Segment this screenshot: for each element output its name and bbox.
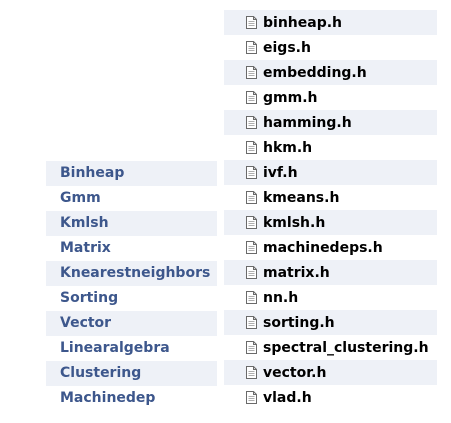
file-name: machinedeps.h — [263, 239, 383, 256]
file-document-icon — [246, 191, 257, 204]
file-name: gmm.h — [263, 89, 318, 106]
file-name: kmlsh.h — [263, 214, 326, 231]
file-document-icon — [246, 16, 257, 29]
file-name: hkm.h — [263, 139, 313, 156]
file-document-icon — [246, 41, 257, 54]
file-document-icon — [246, 166, 257, 179]
file-document-icon — [246, 91, 257, 104]
file-item[interactable]: binheap.h — [224, 10, 437, 35]
file-name: nn.h — [263, 289, 299, 306]
file-document-icon — [246, 66, 257, 79]
file-item[interactable]: embedding.h — [224, 60, 437, 85]
file-document-icon — [246, 116, 257, 129]
file-document-icon — [246, 316, 257, 329]
file-name: vector.h — [263, 364, 327, 381]
module-item-sorting[interactable]: Sorting — [46, 286, 217, 311]
file-item[interactable]: kmlsh.h — [224, 210, 437, 235]
module-item-knearestneighbors[interactable]: Knearestneighbors — [46, 261, 217, 286]
file-item[interactable]: machinedeps.h — [224, 235, 437, 260]
file-name: ivf.h — [263, 164, 298, 181]
module-item-clustering[interactable]: Clustering — [46, 361, 217, 386]
file-name: sorting.h — [263, 314, 335, 331]
file-item[interactable]: hamming.h — [224, 110, 437, 135]
file-name: spectral_clustering.h — [263, 339, 429, 356]
file-item[interactable]: kmeans.h — [224, 185, 437, 210]
file-name: eigs.h — [263, 39, 311, 56]
file-name: binheap.h — [263, 14, 343, 31]
file-name: kmeans.h — [263, 189, 340, 206]
module-item-vector[interactable]: Vector — [46, 311, 217, 336]
module-item-linearalgebra[interactable]: Linearalgebra — [46, 336, 217, 361]
module-item-kmlsh[interactable]: Kmlsh — [46, 211, 217, 236]
file-document-icon — [246, 141, 257, 154]
file-document-icon — [246, 241, 257, 254]
file-name: matrix.h — [263, 264, 330, 281]
file-document-icon — [246, 291, 257, 304]
file-item[interactable]: matrix.h — [224, 260, 437, 285]
file-item[interactable]: spectral_clustering.h — [224, 335, 437, 360]
module-item-gmm[interactable]: Gmm — [46, 186, 217, 211]
file-item[interactable]: vector.h — [224, 360, 437, 385]
file-item[interactable]: eigs.h — [224, 35, 437, 60]
file-name: embedding.h — [263, 64, 367, 81]
module-list: Binheap Gmm Kmlsh Matrix Knearestneighbo… — [46, 161, 217, 411]
file-list: binheap.h eigs.h embedding.h gmm.h hamming.h… — [224, 10, 437, 410]
file-name: vlad.h — [263, 389, 312, 406]
file-item[interactable]: hkm.h — [224, 135, 437, 160]
file-document-icon — [246, 216, 257, 229]
file-item[interactable]: ivf.h — [224, 160, 437, 185]
module-item-matrix[interactable]: Matrix — [46, 236, 217, 261]
file-document-icon — [246, 266, 257, 279]
file-item[interactable]: nn.h — [224, 285, 437, 310]
module-item-binheap[interactable]: Binheap — [46, 161, 217, 186]
file-item[interactable]: vlad.h — [224, 385, 437, 410]
module-item-machinedep[interactable]: Machinedep — [46, 386, 217, 411]
file-item[interactable]: sorting.h — [224, 310, 437, 335]
file-document-icon — [246, 341, 257, 354]
file-item[interactable]: gmm.h — [224, 85, 437, 110]
file-document-icon — [246, 391, 257, 404]
file-document-icon — [246, 366, 257, 379]
file-name: hamming.h — [263, 114, 352, 131]
